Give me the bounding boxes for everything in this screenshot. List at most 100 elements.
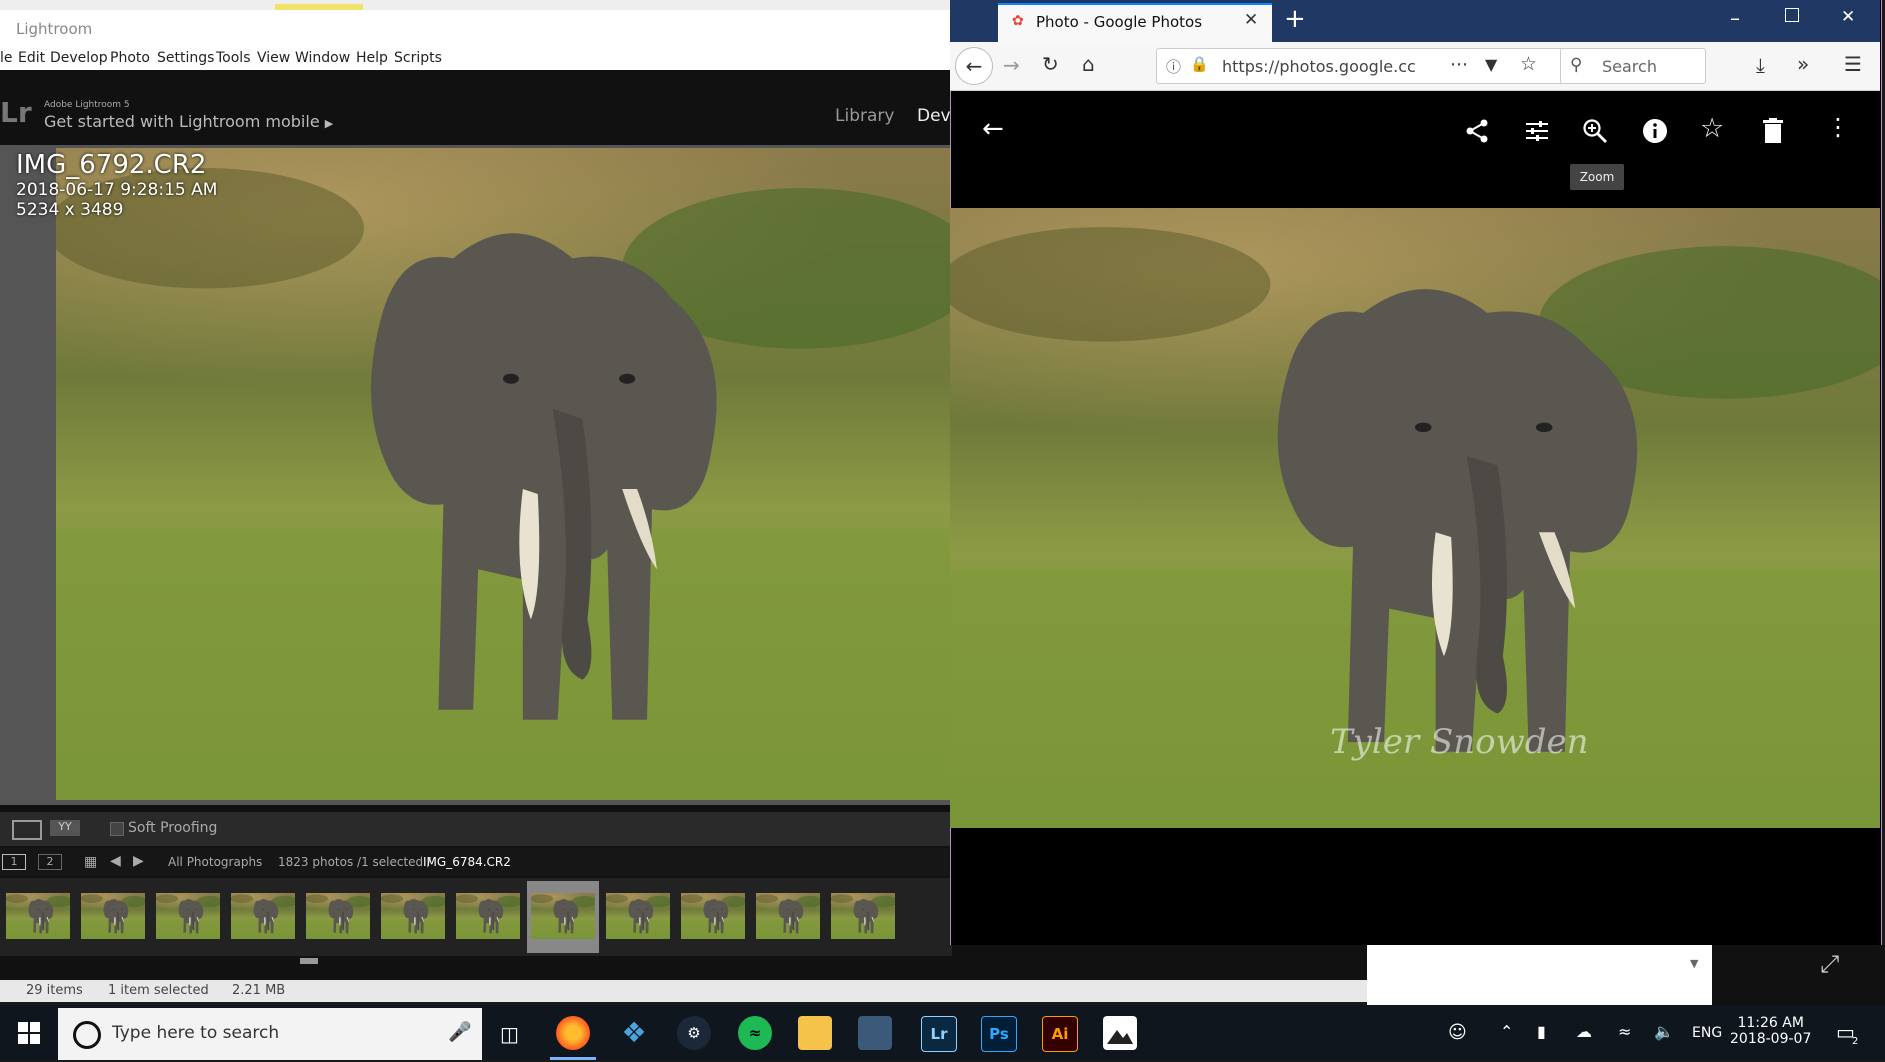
microphone-icon[interactable]: 🎤 [448, 1020, 472, 1043]
menu-tools[interactable]: Tools [216, 50, 251, 66]
filmstrip-thumb[interactable] [752, 881, 824, 953]
play-arrow-icon: ▶ [324, 117, 334, 130]
back-button[interactable]: ← [955, 47, 993, 85]
menu-scripts[interactable]: Scripts [394, 50, 442, 66]
filmstrip-thumb[interactable] [77, 881, 149, 953]
battery-icon[interactable]: ▮ [1537, 1022, 1546, 1041]
people-icon[interactable]: ☺ [1448, 1022, 1467, 1043]
source-label[interactable]: All Photographs [168, 855, 262, 869]
status-item-count: 29 items [26, 983, 83, 998]
photos-app-icon[interactable] [1103, 1016, 1137, 1050]
site-info-icon[interactable]: ⓘ [1166, 56, 1181, 77]
lightroom-taskbar-icon[interactable]: Lr [921, 1016, 957, 1052]
screen-1-button[interactable]: 1 [2, 854, 26, 870]
onedrive-icon[interactable]: ☁ [1576, 1022, 1592, 1041]
module-develop[interactable]: Dev [917, 106, 951, 126]
loupe-view-icon[interactable] [12, 820, 42, 840]
filmstrip-scroll-thumb[interactable] [300, 958, 318, 964]
forward-arrow-icon[interactable]: ▶ [133, 853, 144, 869]
menu-file[interactable]: le [0, 50, 13, 66]
back-arrow-icon[interactable]: ← [982, 114, 1004, 144]
task-view-icon[interactable]: ◫ [500, 1022, 519, 1046]
kodi-icon[interactable]: ❖ [617, 1016, 651, 1050]
watermark-signature: Tyler Snowden [1330, 722, 1589, 762]
filmstrip-thumb[interactable] [2, 881, 74, 953]
firefox-taskbar-icon[interactable] [556, 1016, 590, 1050]
filmstrip-thumb[interactable] [677, 881, 749, 953]
edit-adjust-icon[interactable] [1524, 118, 1550, 144]
menu-settings[interactable]: Settings [157, 50, 214, 66]
filmstrip-thumb[interactable] [377, 881, 449, 953]
status-size: 2.21 MB [232, 983, 286, 998]
filmstrip-thumb[interactable] [227, 881, 299, 953]
download-icon[interactable]: ⤓ [1756, 53, 1765, 77]
menu-window[interactable]: Window [295, 50, 350, 66]
file-explorer-icon[interactable] [798, 1016, 832, 1050]
menu-develop[interactable]: Develop [50, 50, 108, 66]
filmstrip [0, 878, 952, 956]
lightroom-mobile-link[interactable]: Get started with Lightroom mobile ▶ [44, 112, 333, 131]
zoom-icon[interactable] [1582, 118, 1608, 144]
overflow-chevrons-icon[interactable]: » [1797, 52, 1809, 76]
language-indicator[interactable]: ENG [1692, 1025, 1722, 1041]
new-tab-icon[interactable]: + [1284, 4, 1306, 34]
main-photo[interactable] [56, 148, 950, 800]
filmstrip-thumb[interactable] [152, 881, 224, 953]
hamburger-menu-icon[interactable]: ☰ [1844, 52, 1862, 76]
maximize-icon[interactable] [1785, 8, 1799, 22]
filmstrip-thumb[interactable] [452, 881, 524, 953]
home-icon[interactable]: ⌂ [1082, 52, 1095, 76]
more-options-icon[interactable]: ⋮ [1826, 113, 1850, 141]
page-actions-icon[interactable]: ⋯ [1450, 54, 1468, 75]
filmstrip-thumb-selected[interactable] [527, 881, 599, 953]
compare-view-icon[interactable]: YY [50, 820, 80, 836]
filmstrip-thumb[interactable] [602, 881, 674, 953]
expand-icon[interactable]: ⤢ [1820, 950, 1839, 978]
background-window [1367, 945, 1712, 1005]
module-library[interactable]: Library [835, 106, 894, 126]
back-arrow-icon[interactable]: ◀ [110, 853, 121, 869]
favorite-star-icon[interactable]: ☆ [1700, 113, 1724, 144]
selected-filename[interactable]: IMG_6784.CR2 [423, 855, 511, 869]
illustrator-taskbar-label: Ai [1051, 1025, 1069, 1043]
filmstrip-thumb[interactable] [302, 881, 374, 953]
lightroom-titlebar[interactable]: Lightroom [0, 10, 950, 48]
windows-start-icon[interactable] [18, 1022, 40, 1044]
minimize-icon[interactable]: – [1730, 6, 1740, 30]
lightroom-toolbar: YY Soft Proofing [0, 812, 950, 846]
close-window-icon[interactable]: ✕ [1841, 7, 1855, 27]
menu-photo[interactable]: Photo [110, 50, 150, 66]
lightroom-header [0, 70, 950, 145]
menu-help[interactable]: Help [356, 50, 388, 66]
photoshop-taskbar-icon[interactable]: Ps [981, 1016, 1017, 1052]
bookmark-star-icon[interactable]: ☆ [1520, 53, 1537, 75]
spotify-icon[interactable]: ≈ [738, 1016, 772, 1050]
photo-info-overlay: IMG_6792.CR2 2018-06-17 9:28:15 AM 5234 … [16, 150, 217, 220]
steam-icon[interactable]: ⚙ [677, 1016, 711, 1050]
menu-view[interactable]: View [257, 50, 290, 66]
illustrator-taskbar-icon[interactable]: Ai [1042, 1016, 1078, 1052]
pocket-icon[interactable]: ▼ [1485, 55, 1497, 74]
forward-button[interactable]: → [1003, 53, 1020, 77]
info-icon[interactable] [1642, 118, 1668, 144]
background-window-dark [1712, 945, 1885, 1005]
soft-proofing-label: Soft Proofing [128, 820, 218, 836]
close-tab-icon[interactable]: ✕ [1244, 10, 1258, 30]
chevron-up-icon[interactable]: ⌃ [1500, 1022, 1513, 1041]
trash-icon[interactable] [1762, 118, 1784, 144]
photo-count: 1823 photos /1 selected / [278, 855, 432, 869]
url-text: https://photos.google.cc [1222, 57, 1416, 76]
share-icon[interactable] [1464, 118, 1490, 144]
menu-edit[interactable]: Edit [18, 50, 45, 66]
system-clock[interactable]: 11:26 AM 2018-09-07 [1730, 1015, 1811, 1047]
screen-2-button[interactable]: 2 [38, 854, 62, 870]
soft-proofing-checkbox[interactable] [110, 822, 124, 836]
this-pc-icon[interactable] [858, 1016, 892, 1050]
filmstrip-thumb[interactable] [827, 881, 899, 953]
photo-dimensions: 5234 x 3489 [16, 200, 124, 220]
grid-icon[interactable]: ▦ [84, 854, 97, 870]
reload-icon[interactable]: ↻ [1042, 52, 1059, 76]
wifi-icon[interactable]: ≈ [1618, 1022, 1631, 1041]
chevron-down-icon[interactable]: ▼ [1690, 957, 1698, 970]
volume-icon[interactable]: 🔈 [1654, 1022, 1674, 1041]
